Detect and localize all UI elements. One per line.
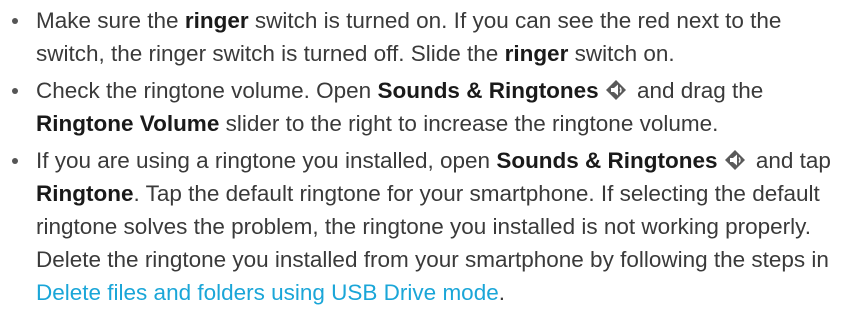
body-text: If you are using a ringtone you installe… xyxy=(36,148,497,173)
body-text: . Tap the default ringtone for your smar… xyxy=(36,181,829,272)
body-text: and tap xyxy=(749,148,831,173)
bold-term: Sounds & Ringtones xyxy=(377,78,599,103)
bold-term: ringer xyxy=(504,41,569,66)
bold-term: ringer xyxy=(184,8,249,33)
bullet-item: Make sure the ringer switch is turned on… xyxy=(0,4,846,70)
bullet-dot xyxy=(12,158,18,164)
body-text: Check the ringtone volume. Open xyxy=(36,78,378,103)
bullet-dot xyxy=(12,18,18,24)
bold-term: Ringtone Volume xyxy=(36,111,220,136)
bold-term: Sounds & Ringtones xyxy=(496,148,718,173)
body-text: Make sure the xyxy=(36,8,185,33)
body-text: switch on. xyxy=(568,41,675,66)
sounds-ringtones-icon xyxy=(599,78,631,103)
body-text: and drag the xyxy=(630,78,764,103)
bullet-item: If you are using a ringtone you installe… xyxy=(0,144,846,309)
bullet-dot xyxy=(12,88,18,94)
troubleshooting-list: Make sure the ringer switch is turned on… xyxy=(0,4,846,313)
help-document: Make sure the ringer switch is turned on… xyxy=(0,0,846,331)
help-link[interactable]: Delete files and folders using USB Drive… xyxy=(36,280,499,305)
bold-term: Ringtone xyxy=(36,181,134,206)
bullet-item: Check the ringtone volume. Open Sounds &… xyxy=(0,74,846,140)
sounds-ringtones-icon xyxy=(718,148,750,173)
body-text: . xyxy=(498,280,505,305)
body-text: slider to the right to increase the ring… xyxy=(219,111,719,136)
